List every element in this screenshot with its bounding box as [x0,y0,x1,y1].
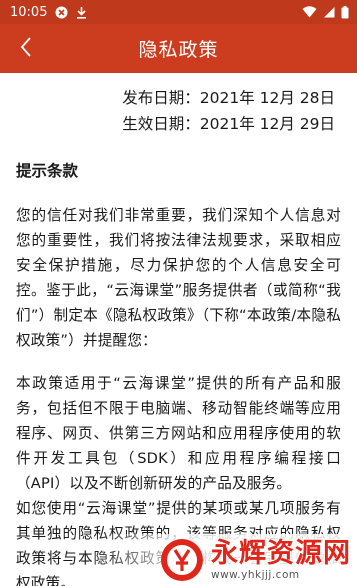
section-title: 提示条款 [16,162,79,180]
watermark-logo-icon [161,539,203,581]
signal-icon [323,6,335,18]
policy-paragraph: 您的信任对我们非常重要，我们深知个人信息对您的重要性，我们将按法律法规要求，采取… [16,207,341,349]
page-title: 隐私政策 [138,39,219,61]
publish-date: 发布日期：2021年 12月 28日 [122,89,335,107]
policy-content[interactable]: 发布日期：2021年 12月 28日 生效日期：2021年 12月 29日 提示… [0,73,357,586]
back-button[interactable] [8,24,44,73]
watermark-title: 永辉资源网 [211,537,351,569]
chevron-left-icon [19,36,33,62]
watermark-url: www.yhkjjj.com [211,568,300,581]
app-bar: 隐私政策 [0,24,357,73]
status-left: 10:05 [10,5,87,20]
watermark-text: 永辉资源网 www.yhkjjj.com [211,537,351,582]
status-bar: 10:05 [0,0,357,24]
status-time: 10:05 [10,4,48,20]
policy-paragraph: 本政策适用于“云海课堂”提供的所有产品和服务，包括但不限于电脑端、移动智能终端等… [16,375,341,492]
watermark: 永辉资源网 www.yhkjjj.com [91,534,357,586]
cancel-circle-icon [55,6,68,19]
battery-icon [341,5,349,19]
download-icon [76,6,87,19]
effective-date: 生效日期：2021年 12月 29日 [122,115,335,133]
wifi-icon [302,6,317,18]
status-right [302,5,349,19]
